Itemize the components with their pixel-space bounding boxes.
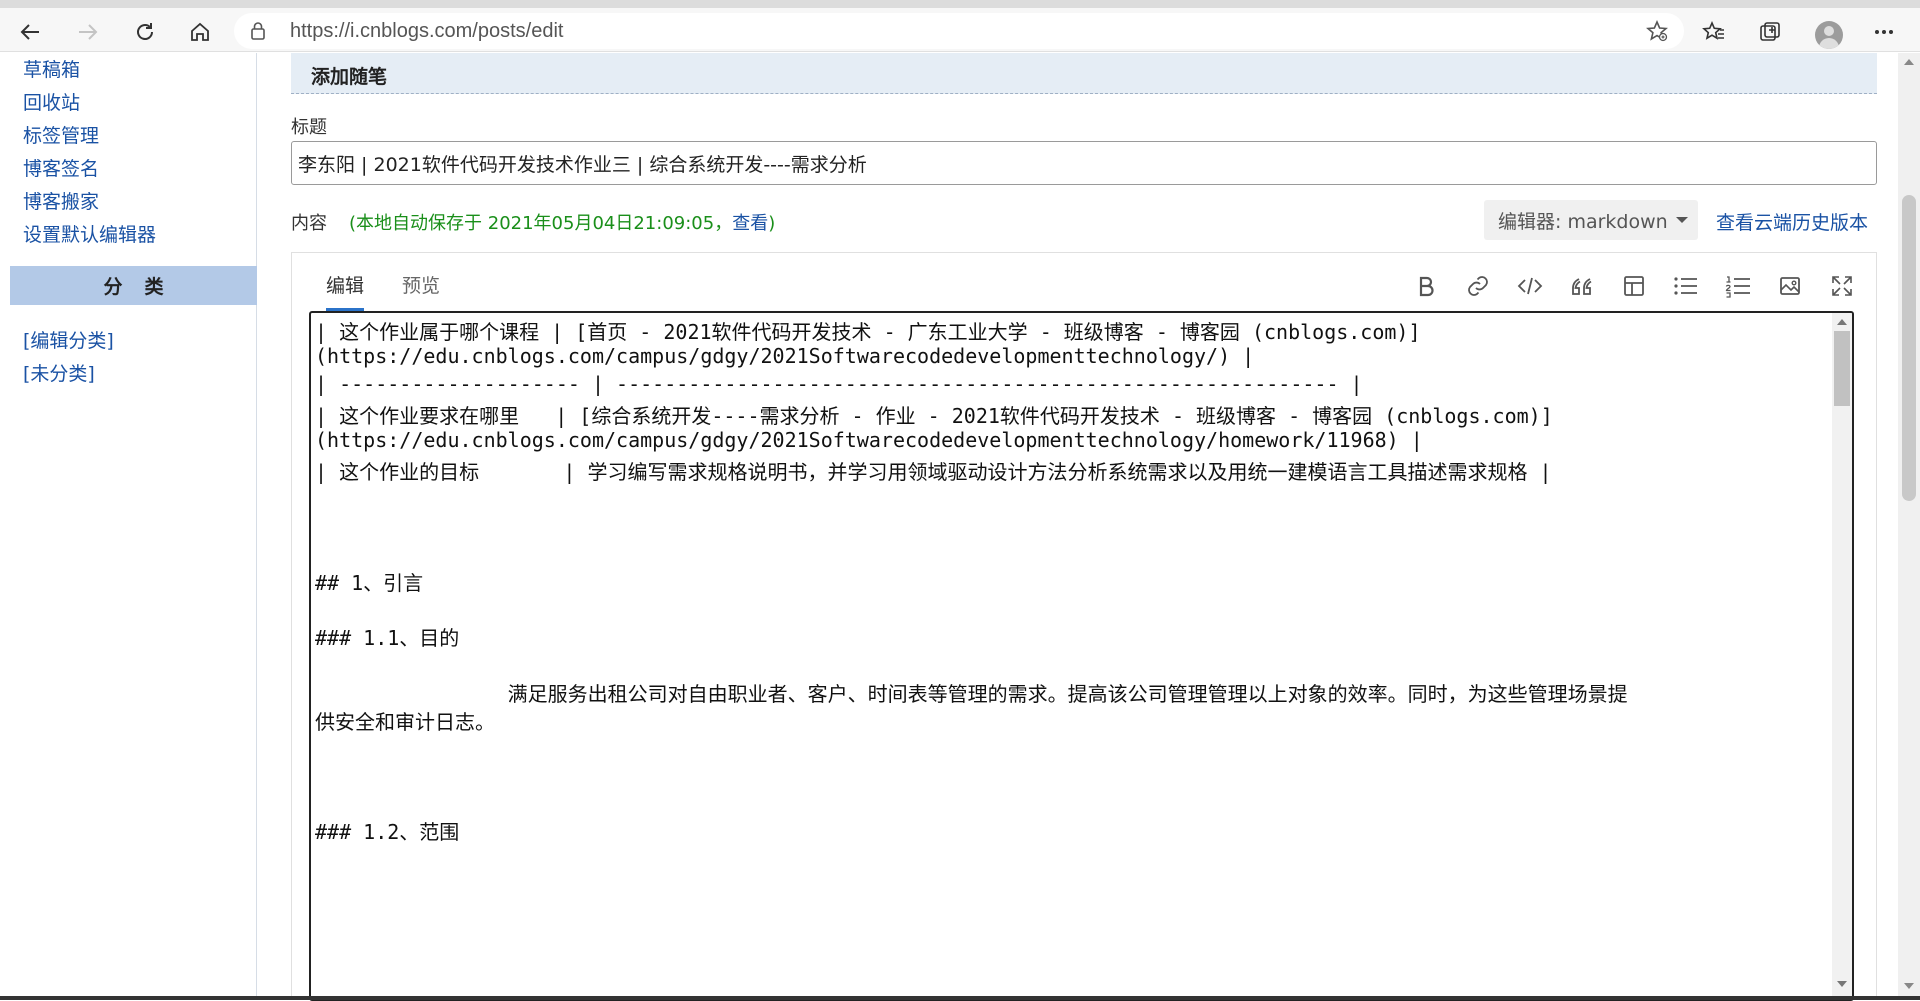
markdown-line: 供安全和审计日志。 — [315, 710, 495, 734]
home-icon[interactable] — [184, 16, 216, 48]
scroll-down-arrow-icon[interactable] — [1837, 981, 1847, 987]
caret-down-icon — [1675, 217, 1688, 223]
editor-type-label: 编辑器: markdown — [1498, 210, 1668, 233]
markdown-heading: ### 1.2、范围 — [315, 820, 460, 844]
editor-tabs: 编辑 预览 — [292, 253, 1878, 313]
autosave-close: ) — [768, 213, 776, 234]
favorites-icon[interactable] — [1700, 18, 1728, 46]
back-icon[interactable] — [14, 16, 46, 48]
section-title: 添加随笔 — [291, 53, 1877, 94]
quote-icon[interactable] — [1568, 272, 1596, 300]
textarea-scroll-thumb[interactable] — [1834, 331, 1850, 406]
markdown-textarea[interactable]: | 这个作业属于哪个课程 | [首页 - 2021软件代码开发技术 - 广东工业… — [309, 311, 1854, 1001]
address-bar[interactable]: https://i.cnblogs.com/posts/edit — [234, 13, 1684, 49]
post-editor-form: 添加随笔 标题 李东阳 | 2021软件代码开发技术作业三 | 综合系统开发--… — [291, 53, 1878, 1001]
more-menu-icon[interactable] — [1870, 18, 1898, 46]
page-scroll-down-icon[interactable] — [1904, 983, 1914, 989]
sidebar-link-blog-signature[interactable]: 博客签名 — [23, 154, 99, 181]
sidebar-link-drafts[interactable]: 草稿箱 — [23, 55, 80, 82]
numbered-list-icon[interactable] — [1724, 272, 1752, 300]
title-label: 标题 — [291, 117, 327, 138]
collections-icon[interactable] — [1756, 18, 1784, 46]
markdown-line: | 这个作业要求在哪里 | [综合系统开发----需求分析 - 作业 - 202… — [315, 404, 1553, 428]
page-scrollbar[interactable] — [1898, 53, 1920, 1000]
tab-edit[interactable]: 编辑 — [326, 271, 365, 311]
table-icon[interactable] — [1620, 272, 1648, 300]
markdown-line: 满足服务出租公司对自由职业者、客户、时间表等管理的需求。提高该公司管理管理以上对… — [315, 682, 1628, 706]
fullscreen-icon[interactable] — [1828, 272, 1856, 300]
markdown-line: | 这个作业的目标 | 学习编写需求规格说明书，并学习用领域驱动设计方法分析系统… — [315, 460, 1552, 484]
editor-type-dropdown[interactable]: 编辑器: markdown — [1484, 200, 1698, 240]
bold-icon[interactable] — [1412, 272, 1440, 300]
markdown-editor: 编辑 预览 | 这个作业属于哪个课程 | [首页 - 2021软件代码开发技术 … — [291, 252, 1878, 1001]
markdown-line: (https://edu.cnblogs.com/campus/gdgy/202… — [315, 344, 1255, 368]
taskbar-edge — [0, 996, 1920, 1000]
title-input[interactable]: 李东阳 | 2021软件代码开发技术作业三 | 综合系统开发----需求分析 — [291, 141, 1877, 185]
sidebar: 草稿箱 回收站 标签管理 博客签名 博客搬家 设置默认编辑器 分类 [编辑分类]… — [10, 53, 257, 1000]
add-favorite-icon[interactable] — [1646, 19, 1668, 47]
sidebar-link-default-editor[interactable]: 设置默认编辑器 — [23, 220, 156, 247]
tab-strip — [0, 0, 1920, 8]
autosave-view-link[interactable]: 查看 — [732, 213, 768, 234]
url-text[interactable]: https://i.cnblogs.com/posts/edit — [290, 20, 563, 43]
cloud-history-link[interactable]: 查看云端历史版本 — [1716, 208, 1868, 235]
page-scroll-thumb[interactable] — [1902, 195, 1916, 501]
category-header: 分类 — [10, 266, 257, 305]
autosave-status: (本地自动保存于 2021年05月04日21:09:05，查看) — [349, 209, 775, 235]
markdown-heading: ## 1、引言 — [315, 571, 424, 595]
sidebar-link-recycle-bin[interactable]: 回收站 — [23, 88, 80, 115]
forward-icon[interactable] — [72, 16, 104, 48]
refresh-icon[interactable] — [129, 16, 161, 48]
autosave-text: (本地自动保存于 2021年05月04日21:09:05， — [349, 213, 733, 234]
profile-avatar-icon[interactable] — [1815, 21, 1843, 49]
tab-preview[interactable]: 预览 — [402, 271, 440, 308]
section-title-text: 添加随笔 — [311, 66, 388, 88]
markdown-heading: ### 1.1、目的 — [315, 626, 460, 650]
content-label: 内容 — [291, 213, 327, 234]
link-icon[interactable] — [1464, 272, 1492, 300]
markdown-line: | -------------------- | ---------------… — [315, 372, 1363, 396]
edit-category-link[interactable]: [编辑分类] — [23, 326, 114, 353]
sidebar-link-blog-migration[interactable]: 博客搬家 — [23, 187, 99, 214]
page-scroll-up-icon[interactable] — [1904, 59, 1914, 65]
markdown-line: (https://edu.cnblogs.com/campus/gdgy/202… — [315, 428, 1423, 452]
browser-toolbar: https://i.cnblogs.com/posts/edit — [0, 8, 1920, 52]
bullet-list-icon[interactable] — [1672, 272, 1700, 300]
image-icon[interactable] — [1776, 272, 1804, 300]
markdown-line: | 这个作业属于哪个课程 | [首页 - 2021软件代码开发技术 - 广东工业… — [315, 320, 1421, 344]
lock-icon[interactable] — [250, 21, 266, 45]
scroll-up-arrow-icon[interactable] — [1837, 319, 1847, 325]
page-content: 草稿箱 回收站 标签管理 博客签名 博客搬家 设置默认编辑器 分类 [编辑分类]… — [0, 53, 1898, 1001]
textarea-scrollbar[interactable] — [1832, 313, 1852, 999]
sidebar-link-tag-management[interactable]: 标签管理 — [23, 121, 99, 148]
code-icon[interactable] — [1516, 272, 1544, 300]
uncategorized-link[interactable]: [未分类] — [23, 359, 95, 386]
